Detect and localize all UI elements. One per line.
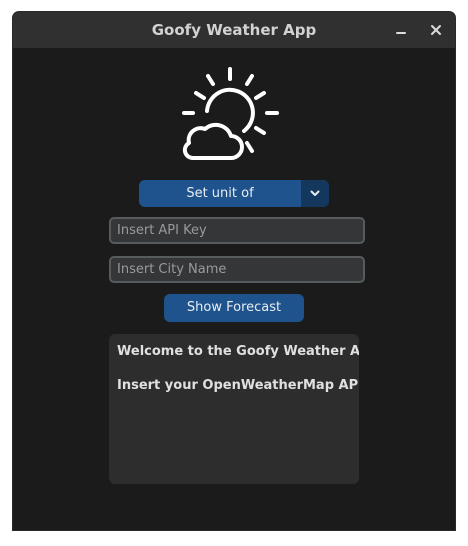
title-bar: Goofy Weather App — [13, 12, 455, 48]
unit-of-measurement-dropdown[interactable]: Set unit of measurement — [139, 180, 329, 207]
close-button[interactable] — [427, 21, 445, 39]
city-name-input[interactable] — [109, 256, 365, 283]
show-forecast-button[interactable]: Show Forecast — [164, 294, 304, 322]
api-key-input[interactable] — [109, 217, 365, 244]
app-window: Goofy Weather App Set unit of Insert API… — [13, 12, 455, 530]
api-key-prompt-message: Insert your OpenWeatherMap API Key — [117, 378, 359, 393]
unit-dropdown-arrow-button[interactable] — [301, 180, 329, 207]
minimize-icon — [396, 32, 406, 34]
output-textbox[interactable]: Welcome to the Goofy Weather App! Insert… — [109, 334, 359, 484]
unit-dropdown-label: Set unit of measurement — [186, 186, 254, 201]
minimize-button[interactable] — [392, 21, 410, 39]
chevron-down-icon — [310, 190, 320, 196]
sun-behind-cloud-icon — [181, 65, 281, 165]
close-icon — [431, 25, 441, 35]
welcome-message: Welcome to the Goofy Weather App! — [117, 344, 359, 359]
window-title: Goofy Weather App — [151, 21, 317, 39]
